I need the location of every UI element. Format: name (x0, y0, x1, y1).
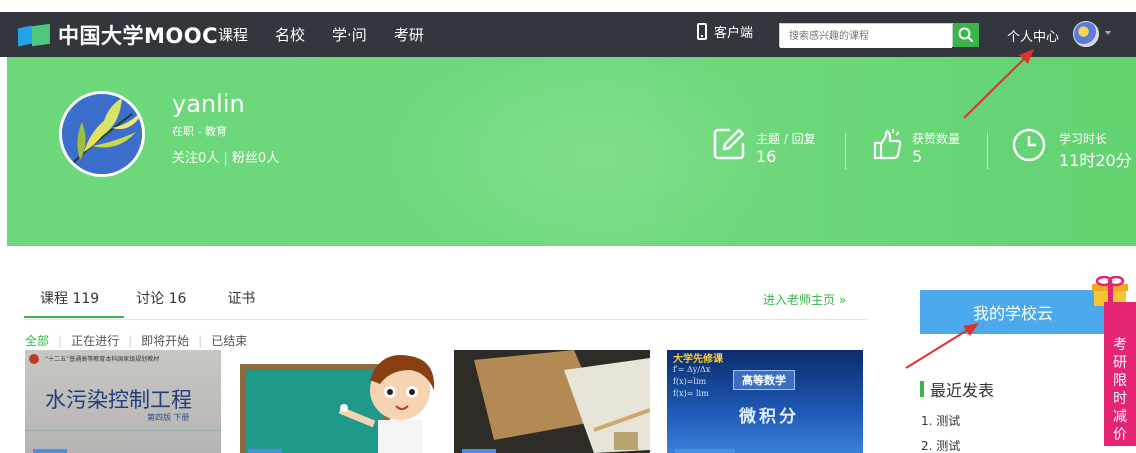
course-card[interactable]: “十二五”普通高等教育本科国家级规划教材 水污染控制工程 第四版 下册 (25, 350, 221, 453)
profile-avatar (59, 91, 145, 177)
my-school-cloud-button[interactable]: 我的学校云 (920, 290, 1106, 334)
course-card[interactable]: 大学先修课 f′= Δy/Δx f(x)=lim f(x)= lim 高等数学 微积… (667, 350, 863, 453)
course-card[interactable] (240, 350, 436, 453)
course-tag (248, 449, 282, 453)
filter-separator: | (128, 333, 133, 348)
search-icon (958, 27, 974, 43)
tab-certificates[interactable]: 证书 (227, 288, 255, 308)
client-download-link[interactable]: 客户端 (697, 22, 753, 41)
divider (25, 430, 221, 431)
course-tag (675, 449, 735, 453)
course-title: 微积分 (739, 407, 799, 427)
stat-posts-label: 主题 / 回复 (756, 132, 816, 146)
promo-char: 减 (1113, 409, 1127, 425)
logo-text: 中国大学MOOC (58, 24, 219, 48)
profile-banner: yanlin 在职 - 教育 关注0人 | 粉丝0人 主题 / 回复 16 获赞… (7, 57, 1136, 246)
filter-separator: | (198, 333, 203, 348)
recent-posts-title: 最近发表 (930, 381, 995, 400)
chevron-down-icon[interactable] (1105, 31, 1111, 35)
tab-discussions[interactable]: 讨论 16 (136, 288, 186, 308)
main-nav: 课程 名校 学·问 考研 (218, 24, 451, 45)
stat-likes: 获赞数量 5 (870, 127, 960, 166)
teacher-illustration (240, 355, 435, 453)
filter-separator: | (58, 333, 63, 348)
client-label: 客户端 (714, 26, 754, 41)
profile-username: yanlin (172, 90, 245, 118)
stat-study-time-value: 11时20分 (1059, 151, 1132, 170)
stat-divider (987, 133, 988, 169)
stat-divider (845, 133, 846, 169)
nav-item-kaoyan[interactable]: 考研 (394, 24, 424, 45)
publisher-seal-icon (29, 354, 39, 364)
stat-likes-value: 5 (912, 147, 923, 166)
thumbs-up-icon (873, 129, 902, 160)
course-series-label: 大学先修课 (673, 354, 723, 365)
recent-post-item[interactable]: 2. 测试 (921, 437, 960, 453)
search-box (779, 23, 953, 48)
tab-divider (24, 319, 868, 320)
filter-ended[interactable]: 已结束 (211, 332, 247, 349)
filter-in-progress[interactable]: 正在进行 (71, 332, 119, 349)
page: 中国大学MOOC 课程 名校 学·问 考研 客户端 个人中心 (0, 0, 1136, 453)
promo-char: 时 (1113, 391, 1127, 407)
course-filters: 全部 | 正在进行 | 即将开始 | 已结束 (25, 332, 247, 349)
site-logo[interactable]: 中国大学MOOC (18, 20, 218, 50)
personal-center-link[interactable]: 个人中心 (1007, 26, 1059, 45)
course-tag (33, 449, 67, 453)
course-badge: 高等数学 (733, 370, 795, 390)
nav-item-schools[interactable]: 名校 (275, 24, 305, 45)
course-subtitle: 第四版 下册 (147, 413, 190, 422)
stat-posts: 主题 / 回复 16 (712, 127, 816, 166)
filter-all[interactable]: 全部 (25, 332, 49, 349)
search-input[interactable] (780, 25, 952, 48)
profile-follow-stats[interactable]: 关注0人 | 粉丝0人 (172, 147, 279, 166)
teacher-homepage-link[interactable]: 进入老师主页 » (763, 291, 846, 308)
formula-decoration: f′= Δy/Δx f(x)=lim f(x)= lim (673, 365, 711, 398)
search-button[interactable] (953, 23, 979, 47)
course-card[interactable] (454, 350, 650, 453)
clock-icon (1012, 128, 1046, 162)
stat-study-time: 学习时长 11时20分 (1011, 127, 1132, 171)
notebook-image (454, 350, 650, 453)
heading-accent-bar (920, 381, 924, 397)
nav-item-courses[interactable]: 课程 (218, 24, 248, 45)
book-header: “十二五”普通高等教育本科国家级规划教材 (45, 356, 160, 363)
phone-icon (697, 23, 707, 40)
content-tabs: 课程 119 讨论 16 证书 (23, 288, 301, 318)
stat-likes-label: 获赞数量 (912, 132, 961, 146)
tab-courses[interactable]: 课程 119 (23, 288, 125, 318)
stat-study-time-label: 学习时长 (1059, 132, 1108, 146)
user-avatar[interactable] (1073, 21, 1099, 47)
bamboo-leaf-image (62, 94, 142, 174)
profile-role: 在职 - 教育 (172, 125, 227, 138)
course-title: 水污染控制工程 (45, 388, 192, 412)
recent-posts-heading: 最近发表 (920, 377, 994, 401)
recent-post-item[interactable]: 1. 测试 (921, 412, 960, 429)
filter-upcoming[interactable]: 即将开始 (141, 332, 189, 349)
top-nav-bar: 中国大学MOOC 课程 名校 学·问 考研 客户端 个人中心 (0, 12, 1136, 57)
mooc-logo-icon (18, 23, 54, 47)
kaoyan-promo-banner[interactable]: 考 研 限 时 减 价 (1104, 302, 1136, 446)
nav-item-xuewen[interactable]: 学·问 (332, 24, 367, 45)
stat-posts-value: 16 (756, 147, 777, 166)
promo-char: 限 (1113, 373, 1127, 389)
promo-char: 研 (1113, 355, 1127, 371)
course-tag (462, 449, 496, 453)
promo-char: 价 (1113, 427, 1127, 443)
edit-icon (713, 128, 745, 160)
promo-char: 考 (1113, 337, 1127, 353)
